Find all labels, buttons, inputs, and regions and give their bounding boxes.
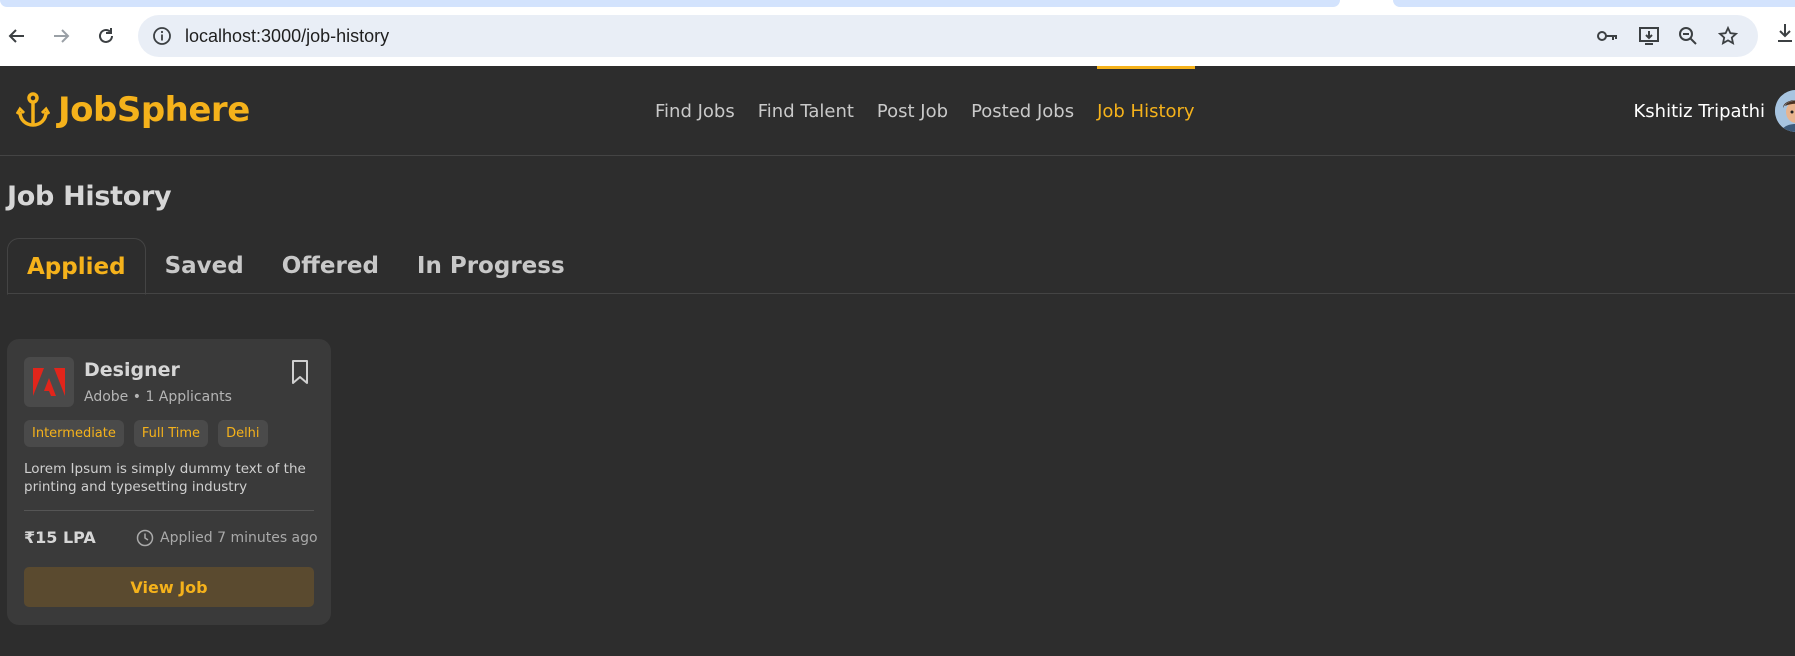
tab-offered[interactable]: Offered	[263, 238, 398, 294]
avatar[interactable]	[1775, 90, 1795, 132]
star-icon[interactable]	[1716, 25, 1740, 47]
tag-experience: Intermediate	[24, 420, 124, 447]
applied-time: Applied 7 minutes ago	[136, 529, 318, 547]
forward-arrow-icon[interactable]	[45, 20, 77, 52]
card-divider	[24, 510, 314, 511]
brand-name: JobSphere	[58, 90, 250, 130]
tab-applied[interactable]: Applied	[7, 238, 146, 295]
browser-chrome: localhost:3000/job-history	[0, 0, 1795, 66]
nav-find-talent[interactable]: Find Talent	[758, 66, 854, 156]
zoom-icon[interactable]	[1676, 25, 1700, 47]
bookmark-icon[interactable]	[289, 359, 311, 385]
info-icon[interactable]	[152, 26, 172, 46]
nav-post-job[interactable]: Post Job	[877, 66, 948, 156]
job-history-tabs: Applied Saved Offered In Progress	[7, 238, 1795, 295]
adobe-logo	[24, 357, 74, 407]
app-header: JobSphere Find Jobs Find Talent Post Job…	[0, 66, 1795, 156]
user-name[interactable]: Kshitiz Tripathi	[1634, 101, 1766, 122]
download-icon[interactable]	[1775, 22, 1795, 46]
anchor-icon	[15, 92, 51, 128]
tag-job-type: Full Time	[133, 420, 209, 447]
tab-in-progress[interactable]: In Progress	[398, 238, 584, 294]
user-menu[interactable]: Kshitiz Tripathi	[1634, 90, 1795, 132]
url-text[interactable]: localhost:3000/job-history	[185, 26, 389, 47]
job-company-meta: Adobe • 1 Applicants	[84, 389, 232, 405]
view-job-button[interactable]: View Job	[24, 567, 314, 607]
tag-location: Delhi	[218, 420, 268, 447]
job-tags: Intermediate Full Time Delhi	[24, 420, 268, 447]
browser-tab-strip-right	[1393, 0, 1795, 7]
nav-job-history[interactable]: Job History	[1097, 66, 1195, 156]
browser-tab-strip	[0, 0, 1340, 7]
clock-icon	[136, 529, 154, 547]
page-title: Job History	[7, 181, 172, 212]
nav-posted-jobs[interactable]: Posted Jobs	[971, 66, 1074, 156]
brand-logo[interactable]: JobSphere	[15, 90, 250, 130]
tab-saved[interactable]: Saved	[146, 238, 263, 294]
nav-find-jobs[interactable]: Find Jobs	[655, 66, 735, 156]
address-bar[interactable]: localhost:3000/job-history	[138, 15, 1758, 57]
key-icon[interactable]	[1596, 25, 1620, 47]
job-salary: ₹15 LPA	[24, 528, 96, 547]
job-description: Lorem Ipsum is simply dummy text of the …	[24, 461, 306, 495]
reload-icon[interactable]	[90, 20, 122, 52]
job-title[interactable]: Designer	[84, 359, 180, 381]
install-app-icon[interactable]	[1637, 25, 1661, 47]
job-card[interactable]: Designer Adobe • 1 Applicants Intermedia…	[7, 339, 331, 625]
main-nav: Find Jobs Find Talent Post Job Posted Jo…	[655, 66, 1195, 156]
applied-time-text: Applied 7 minutes ago	[160, 530, 318, 546]
back-arrow-icon[interactable]	[1, 20, 33, 52]
